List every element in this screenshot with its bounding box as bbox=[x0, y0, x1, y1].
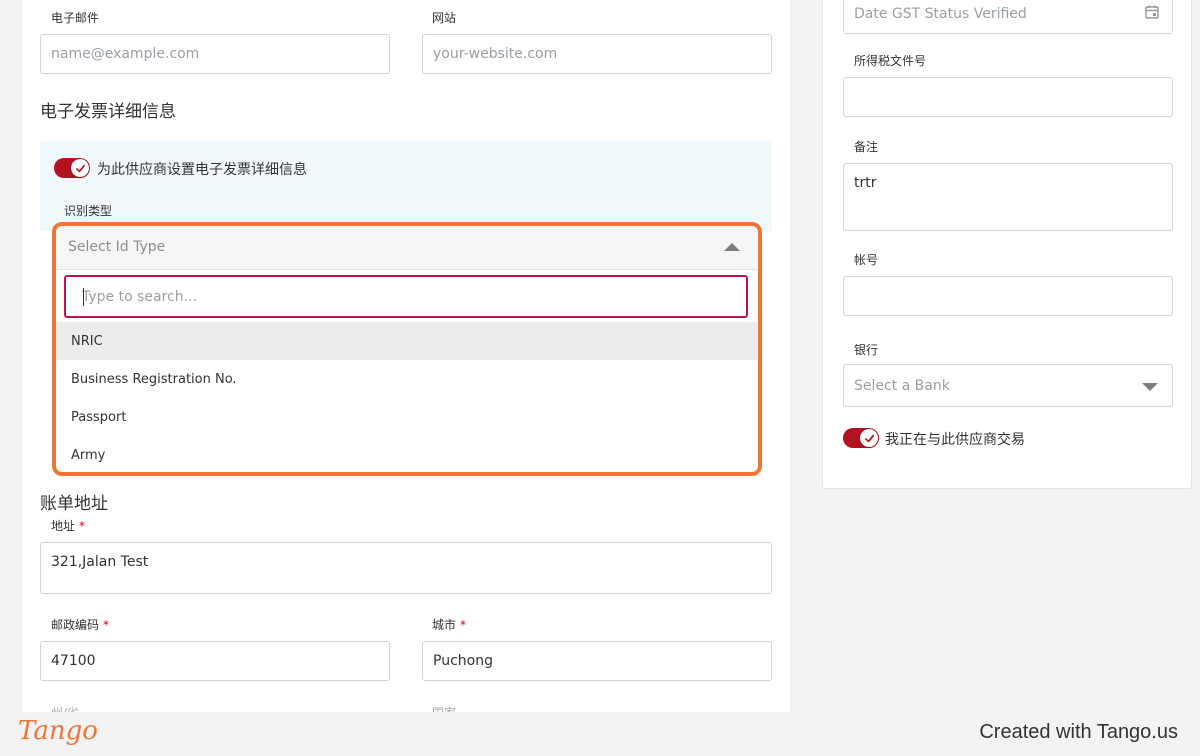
einvoice-toggle-label: 为此供应商设置电子发票详细信息 bbox=[97, 162, 307, 178]
address-label: 地址 * bbox=[51, 519, 86, 533]
billing-section-title: 账单地址 bbox=[40, 494, 108, 514]
option-army[interactable]: Army bbox=[56, 436, 758, 472]
gst-date-placeholder: Date GST Status Verified bbox=[854, 6, 1027, 22]
notes-field[interactable]: trtr bbox=[843, 163, 1173, 231]
trading-toggle[interactable] bbox=[843, 428, 879, 448]
email-label: 电子邮件 bbox=[51, 11, 100, 25]
id-type-dropdown[interactable]: Select Id Type Type to search... NRIC Bu… bbox=[52, 222, 762, 476]
tax-file-field[interactable] bbox=[843, 77, 1173, 117]
account-field[interactable] bbox=[843, 276, 1173, 316]
einvoice-toggle[interactable] bbox=[54, 158, 90, 178]
search-placeholder: Type to search... bbox=[82, 289, 197, 305]
einvoice-section-title: 电子发票详细信息 bbox=[40, 102, 176, 122]
city-field[interactable]: Puchong bbox=[422, 641, 772, 681]
email-field[interactable]: name@example.com bbox=[40, 34, 390, 74]
gst-date-field[interactable]: Date GST Status Verified bbox=[843, 0, 1173, 34]
text-cursor bbox=[83, 288, 84, 306]
check-icon bbox=[860, 429, 878, 447]
bank-label: 银行 bbox=[854, 343, 879, 357]
id-type-select[interactable]: Select Id Type bbox=[56, 226, 758, 270]
state-label-partial: 州/省 bbox=[51, 704, 79, 712]
check-icon bbox=[71, 159, 89, 177]
country-label-partial: 国家 bbox=[432, 704, 456, 712]
city-label: 城市 * bbox=[432, 618, 467, 632]
postcode-field[interactable]: 47100 bbox=[40, 641, 390, 681]
website-field[interactable]: your-website.com bbox=[422, 34, 772, 74]
id-type-search-input[interactable]: Type to search... bbox=[64, 275, 748, 318]
option-passport[interactable]: Passport bbox=[56, 398, 758, 436]
tango-footer: Tango Created with Tango.us bbox=[0, 712, 1200, 756]
website-label: 网站 bbox=[432, 11, 457, 25]
tango-logo: Tango bbox=[18, 716, 98, 746]
vendor-form-right-card: Date GST Status Verified 所得税文件号 备注 trtr … bbox=[822, 0, 1192, 489]
einvoice-panel: 为此供应商设置电子发票详细信息 识别类型 bbox=[40, 141, 772, 231]
trading-toggle-label: 我正在与此供应商交易 bbox=[885, 432, 1025, 448]
bank-select[interactable]: Select a Bank bbox=[843, 364, 1173, 407]
caret-up-icon[interactable] bbox=[724, 243, 740, 251]
notes-label: 备注 bbox=[854, 140, 879, 154]
option-business-registration[interactable]: Business Registration No. bbox=[56, 360, 758, 398]
address-field[interactable]: 321,Jalan Test bbox=[40, 542, 772, 594]
option-nric[interactable]: NRIC bbox=[56, 322, 758, 360]
postcode-label: 邮政编码 * bbox=[51, 618, 110, 632]
tango-credit: Created with Tango.us bbox=[979, 721, 1178, 743]
tax-file-label: 所得税文件号 bbox=[854, 54, 927, 68]
id-type-label: 识别类型 bbox=[64, 204, 113, 218]
account-label: 帐号 bbox=[854, 253, 879, 267]
caret-down-icon[interactable] bbox=[1142, 383, 1158, 391]
calendar-icon[interactable] bbox=[1144, 4, 1160, 20]
bank-placeholder: Select a Bank bbox=[854, 377, 950, 394]
id-type-placeholder: Select Id Type bbox=[68, 239, 166, 255]
